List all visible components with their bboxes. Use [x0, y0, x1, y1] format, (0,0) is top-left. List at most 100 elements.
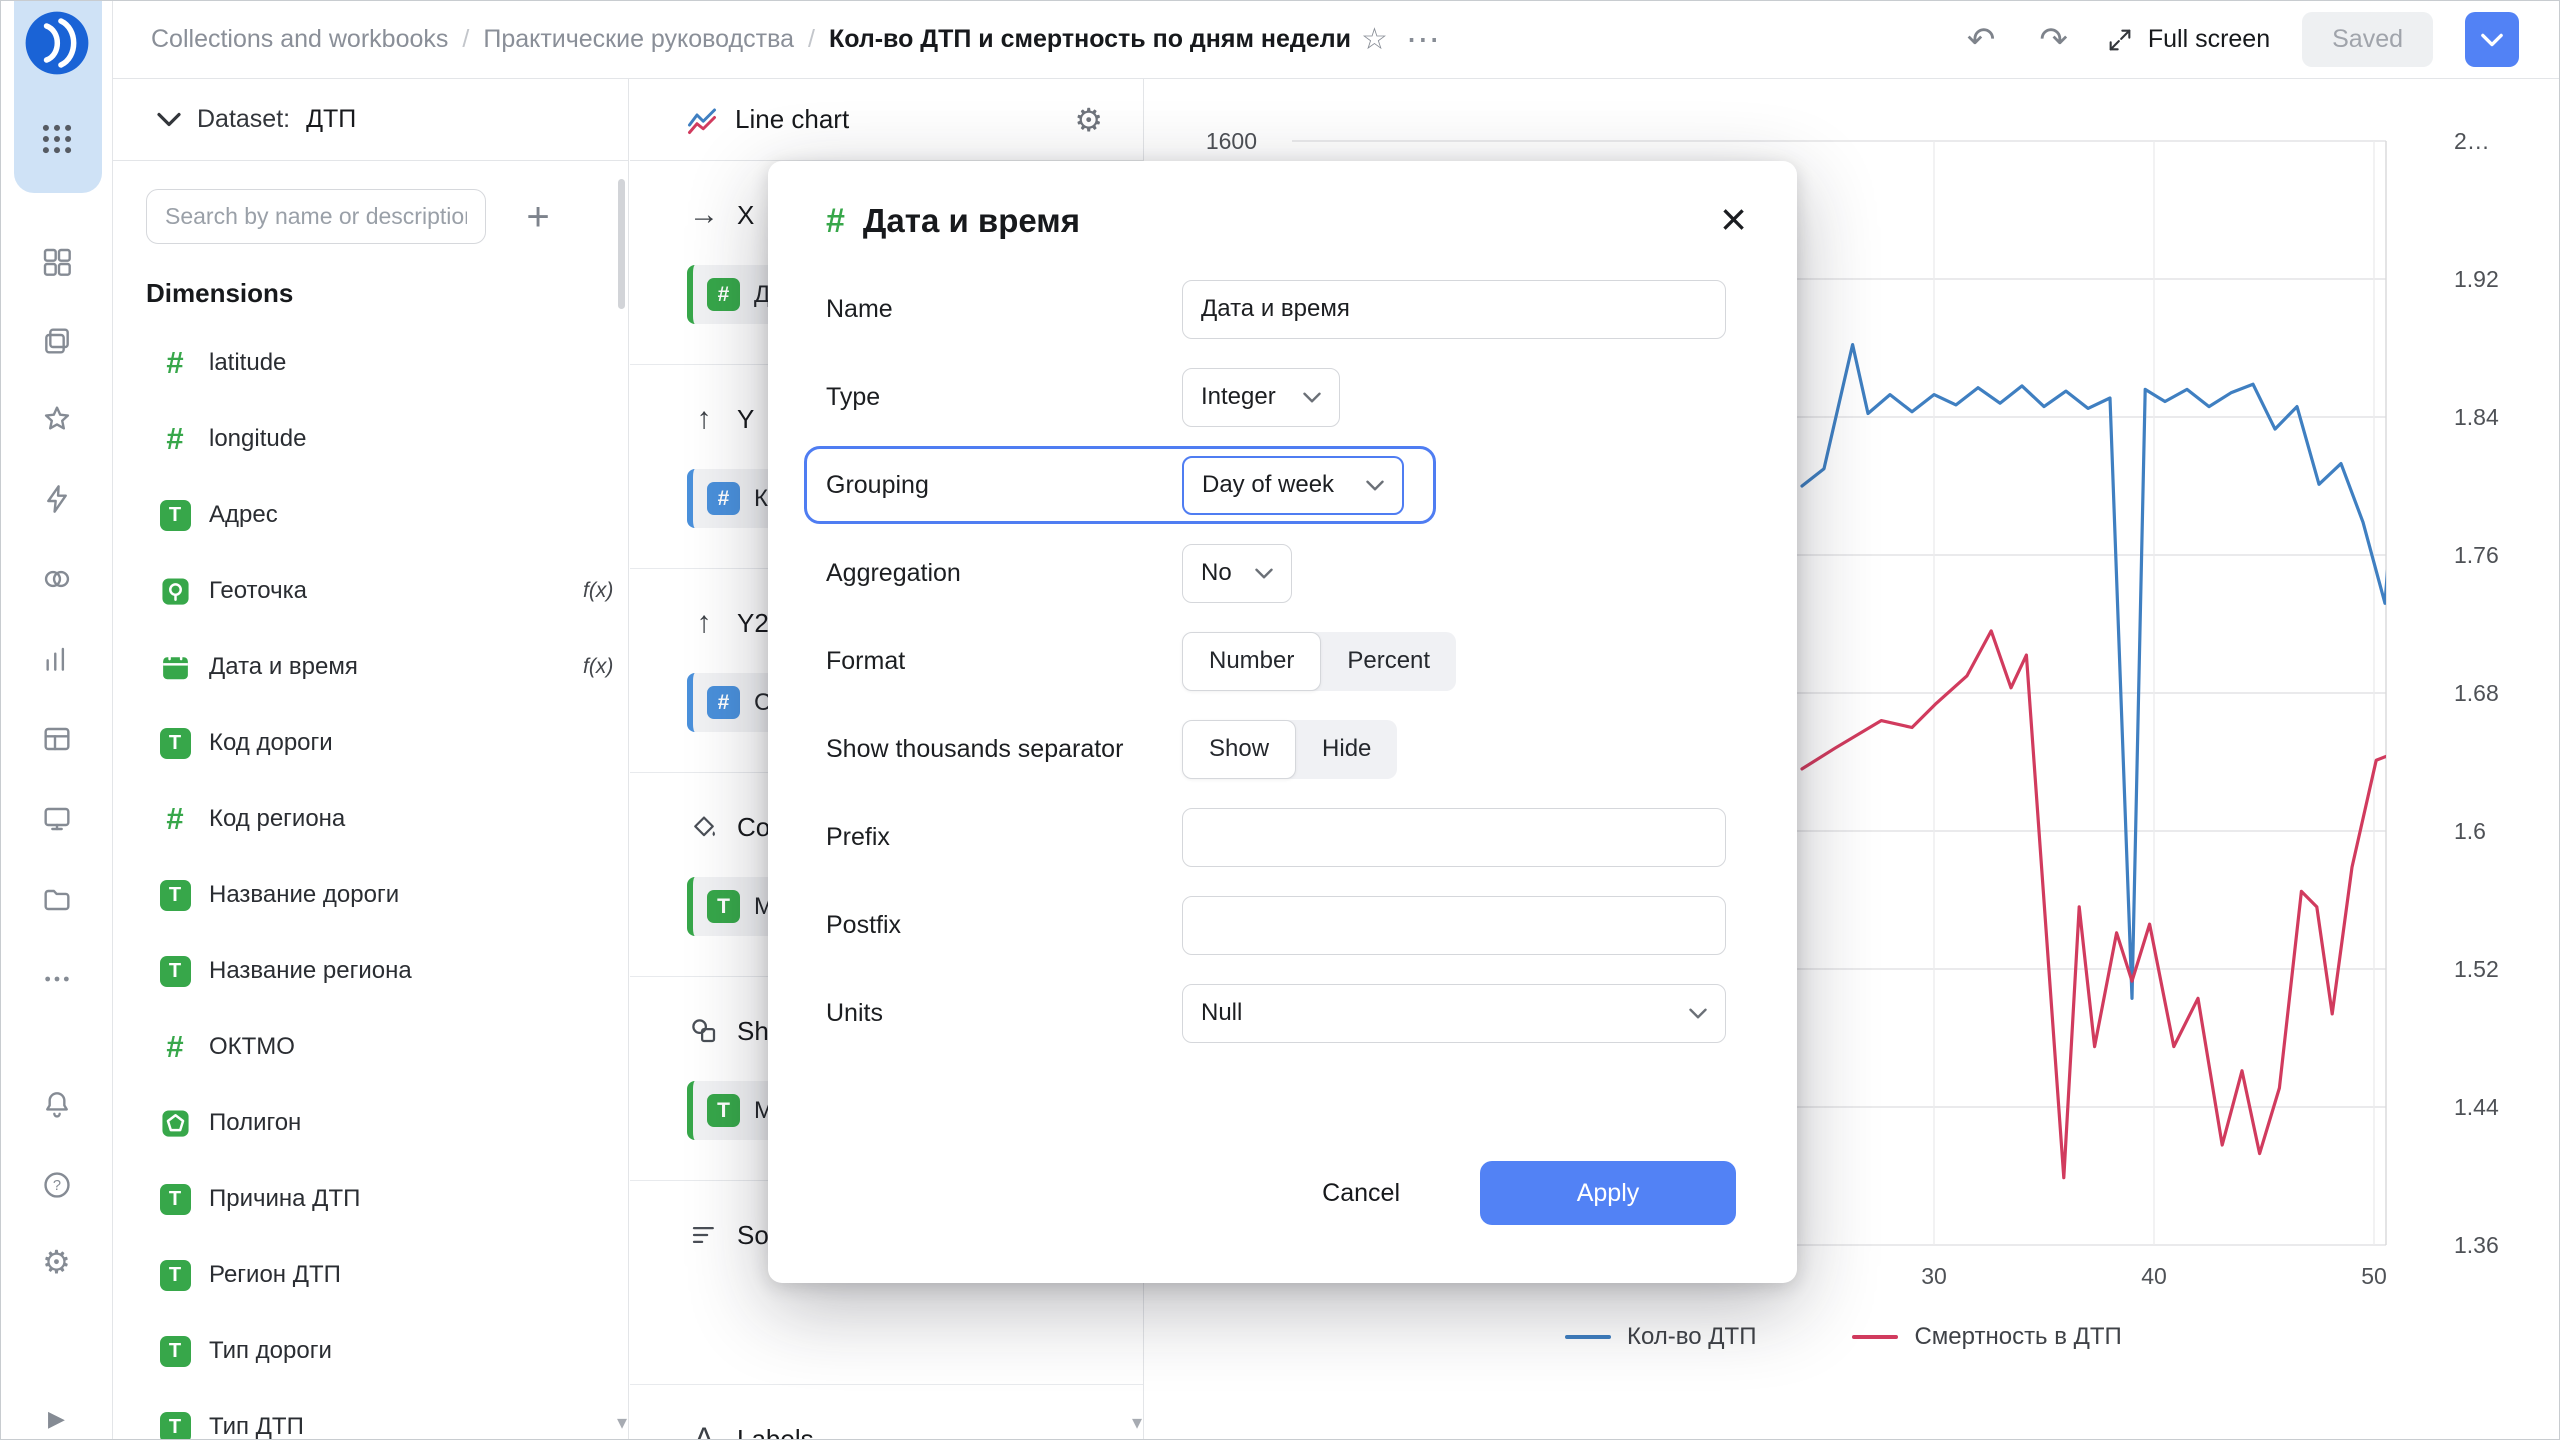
- dimensions-title: Dimensions: [146, 278, 294, 308]
- format-option-number[interactable]: Number: [1182, 631, 1322, 691]
- dataset-field[interactable]: T Тип дороги: [113, 1313, 618, 1389]
- sort-icon: [692, 1227, 714, 1243]
- add-field-button[interactable]: +: [516, 195, 560, 239]
- type-select[interactable]: Integer: [1182, 367, 1340, 427]
- dataset-field[interactable]: Полигон: [113, 1085, 618, 1161]
- dataset-field[interactable]: # Код региона: [113, 781, 618, 857]
- legend-item[interactable]: Кол-во ДТП: [1565, 1323, 1756, 1351]
- sidebar-item-tables[interactable]: [33, 715, 81, 763]
- field-name: Тип ДТП: [209, 1413, 304, 1439]
- series-Кол-во ДТП: [1800, 343, 2386, 1000]
- redo-button[interactable]: ↷: [2033, 22, 2074, 58]
- dashboards-icon: [43, 807, 70, 831]
- dataset-field[interactable]: T Причина ДТП: [113, 1161, 618, 1237]
- saved-button[interactable]: Saved: [2302, 12, 2433, 67]
- dataset-field[interactable]: T Название региона: [113, 933, 618, 1009]
- search-input[interactable]: [146, 189, 486, 244]
- save-dropdown-button[interactable]: [2465, 12, 2519, 67]
- sidebar-item-charts[interactable]: [33, 635, 81, 683]
- svg-text:1.92: 1.92: [2454, 266, 2499, 292]
- legend-item[interactable]: Смертность в ДТП: [1852, 1323, 2122, 1351]
- dataset-selector[interactable]: Dataset: ДТП: [113, 79, 628, 161]
- breadcrumb-item[interactable]: Кол-во ДТП и смертность по дням недели: [829, 25, 1351, 54]
- dialog-title: Дата и время: [862, 202, 1080, 239]
- dataset-field[interactable]: # ОКТМО: [113, 1009, 618, 1085]
- text-field-icon: T: [157, 499, 193, 531]
- close-icon[interactable]: ×: [1714, 195, 1753, 243]
- settings-icon: ⚙: [42, 1244, 71, 1280]
- legend-swatch: [1852, 1335, 1899, 1339]
- grouping-select[interactable]: Day of week: [1182, 455, 1404, 515]
- dataset-field[interactable]: T Тип ДТП: [113, 1389, 618, 1439]
- units-select[interactable]: Null: [1182, 983, 1726, 1043]
- dataset-field[interactable]: T Регион ДТП: [113, 1237, 618, 1313]
- sidebar-item-notifications[interactable]: [33, 1081, 81, 1129]
- sidebar-item-collapse[interactable]: ▶: [33, 1395, 81, 1439]
- scroll-down-icon[interactable]: ▾: [617, 1410, 627, 1435]
- dataset-field[interactable]: T Адрес: [113, 477, 618, 553]
- name-field[interactable]: [1182, 279, 1726, 339]
- postfix-field[interactable]: [1182, 895, 1726, 955]
- favorites-icon: [44, 406, 69, 430]
- dataset-field[interactable]: # latitude: [113, 325, 618, 401]
- field-name: Тип дороги: [209, 1337, 332, 1364]
- undo-icon: ↶: [1966, 20, 1996, 59]
- dataset-name[interactable]: ДТП: [306, 105, 356, 134]
- dataset-field[interactable]: Дата и время f(x): [113, 629, 618, 705]
- sidebar-item-favorites[interactable]: [33, 395, 81, 443]
- fullscreen-icon: [2109, 29, 2131, 50]
- format-option-percent[interactable]: Percent: [1321, 632, 1456, 691]
- charts-icon: [45, 647, 64, 671]
- fullscreen-label: Full screen: [2147, 25, 2271, 53]
- apply-button[interactable]: Apply: [1480, 1161, 1736, 1225]
- chart-settings-gear-icon[interactable]: ⚙: [1068, 100, 1109, 140]
- line-chart-icon: [688, 108, 716, 134]
- apps-grid-icon: [43, 248, 71, 276]
- chevron-down-icon: [1689, 1008, 1707, 1018]
- sidebar-item-workbooks[interactable]: [33, 317, 81, 365]
- sidebar-item-storage[interactable]: [33, 875, 81, 923]
- datalens-logo[interactable]: [23, 9, 91, 82]
- svg-text:50: 50: [2361, 1263, 2387, 1289]
- undo-button[interactable]: ↶: [1961, 22, 2002, 58]
- separator-option-hide[interactable]: Hide: [1296, 720, 1397, 779]
- fullscreen-button[interactable]: Full screen: [2106, 25, 2270, 54]
- text-field-icon: T: [707, 1094, 740, 1127]
- chart-type-label[interactable]: Line chart: [735, 104, 849, 135]
- breadcrumb-item[interactable]: Практические руководства: [483, 25, 794, 54]
- aggregation-label: Aggregation: [826, 558, 961, 587]
- dataset-field[interactable]: T Название дороги: [113, 857, 618, 933]
- dataset-field[interactable]: # longitude: [113, 401, 618, 477]
- breadcrumb-item[interactable]: Collections and workbooks: [151, 25, 448, 54]
- sidebar-item-dashboards[interactable]: [33, 795, 81, 843]
- scroll-down-icon[interactable]: ▾: [1132, 1410, 1142, 1435]
- dataset-field[interactable]: T Код дороги: [113, 705, 618, 781]
- apps-menu-icon[interactable]: [37, 119, 77, 159]
- sidebar-item-functions[interactable]: [33, 475, 81, 523]
- sidebar-item-apps-grid[interactable]: [33, 238, 81, 286]
- sidebar-item-datasets[interactable]: [33, 555, 81, 603]
- field-list: # latitude # longitude T Адрес Геоточка f(x) Дат…: [113, 325, 618, 1439]
- separator-row: Show thousands separator Show Hide: [826, 705, 1736, 793]
- axis-y2-icon: ↑: [696, 606, 712, 639]
- separator-option-show[interactable]: Show: [1182, 719, 1297, 779]
- formula-badge: f(x): [583, 579, 614, 602]
- sidebar-scrollbar[interactable]: [618, 179, 625, 309]
- datasets-icon: [44, 570, 69, 588]
- text-field-icon: T: [157, 1259, 193, 1291]
- breadcrumb-separator: /: [462, 25, 470, 53]
- dataset-field[interactable]: Геоточка f(x): [113, 553, 618, 629]
- prefix-row: Prefix: [826, 793, 1736, 881]
- favorite-star-icon[interactable]: ☆: [1361, 22, 1388, 57]
- prefix-field[interactable]: [1182, 807, 1726, 867]
- formula-badge: f(x): [583, 655, 614, 678]
- cancel-button[interactable]: Cancel: [1316, 1178, 1406, 1209]
- svg-text:?: ?: [52, 1178, 60, 1194]
- sidebar-item-more[interactable]: [33, 955, 81, 1003]
- text-field-icon: T: [157, 879, 193, 911]
- aggregation-select[interactable]: No: [1182, 543, 1292, 603]
- field-name: Дата и время: [209, 653, 358, 680]
- shapes-icon: [692, 1019, 716, 1043]
- sidebar-item-settings[interactable]: ⚙: [33, 1238, 81, 1286]
- sidebar-item-help[interactable]: ?: [33, 1161, 81, 1209]
